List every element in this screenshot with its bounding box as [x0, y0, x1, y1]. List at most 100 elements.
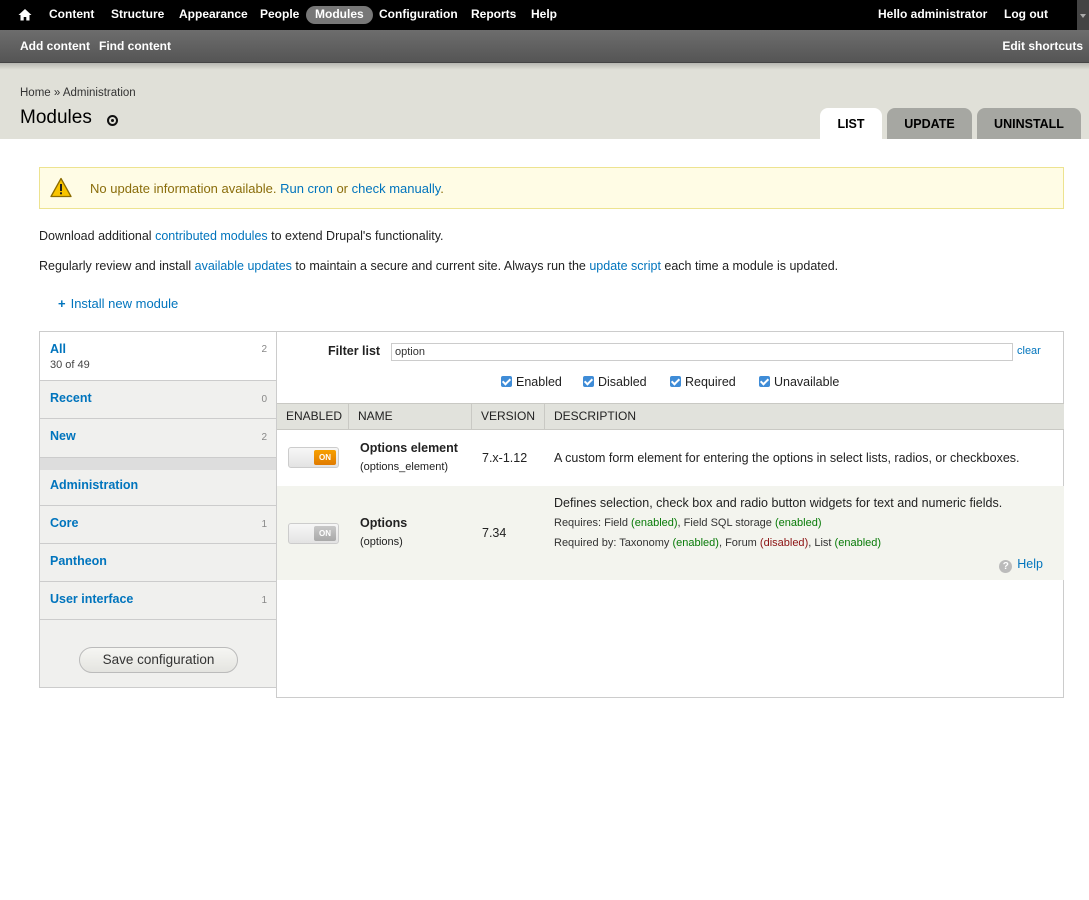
module-machine-name: (options_element) — [360, 461, 449, 473]
module-name: Options — [360, 516, 408, 530]
menu-item-help[interactable]: Help — [531, 0, 557, 30]
check-manually-link[interactable]: check manually — [352, 181, 441, 196]
package-count: 1 — [261, 595, 267, 606]
username-link[interactable]: administrator — [911, 7, 988, 21]
page-title: Modules — [20, 107, 92, 128]
package-tab-all[interactable]: All 2 30 of 49 — [40, 332, 277, 381]
checkbox-label: Unavailable — [774, 375, 840, 389]
shortcut-find-content[interactable]: Find content — [99, 30, 171, 63]
help-label: Help — [1017, 557, 1043, 571]
greeting-prefix: Hello — [878, 7, 911, 21]
dependency-status: (enabled) — [774, 517, 822, 529]
package-count: 1 — [261, 519, 267, 530]
warning-text: No update information available. Run cro… — [90, 181, 444, 196]
menu-item-people[interactable]: People — [260, 0, 299, 30]
checkbox-checked-icon — [583, 376, 594, 387]
checkbox-label: Disabled — [598, 375, 647, 389]
tab-uninstall[interactable]: UNINSTALL — [977, 108, 1081, 139]
filter-input[interactable] — [391, 343, 1013, 361]
dependent-status-text: disabled — [763, 537, 805, 549]
warning-icon — [50, 177, 72, 198]
tab-list[interactable]: LIST — [820, 108, 882, 139]
module-enabled-toggle[interactable]: ON — [288, 447, 339, 468]
checkbox-checked-icon — [759, 376, 770, 387]
intro-line2-post: each time a module is updated. — [664, 259, 839, 273]
menu-item-configuration[interactable]: Configuration — [379, 0, 458, 30]
home-icon[interactable] — [17, 7, 33, 23]
package-tab-pantheon[interactable]: Pantheon — [40, 544, 277, 582]
intro-line1-post: to extend Drupal's functionality. — [271, 229, 444, 243]
available-updates-link[interactable]: available updates — [195, 259, 292, 273]
menu-item-content[interactable]: Content — [49, 0, 94, 30]
filter-label: Filter list — [328, 344, 381, 358]
column-header-name: NAME — [349, 404, 472, 429]
package-tab-recent[interactable]: Recent 0 — [40, 381, 277, 419]
package-tab-label: User interface — [50, 592, 134, 606]
package-count: 2 — [261, 344, 267, 355]
intro-line2-pre: Regularly review and install — [39, 259, 192, 273]
intro-line1-pre: Download additional — [39, 229, 152, 243]
install-new-module-link[interactable]: + Install new module — [58, 296, 178, 311]
package-tab-new[interactable]: New 2 — [40, 419, 277, 458]
package-tab-label: Core — [50, 516, 79, 530]
edit-shortcuts-link[interactable]: Edit shortcuts — [1002, 30, 1083, 63]
module-version: 7.34 — [482, 526, 507, 540]
dependent-name: Forum — [725, 537, 757, 549]
requires-label: Requires: — [554, 517, 602, 529]
table-row: ON Options (options) 7.34 Defines select… — [277, 486, 1064, 580]
tab-update[interactable]: UPDATE — [887, 108, 972, 139]
menu-item-modules[interactable]: Modules — [306, 6, 373, 24]
package-count: 0 — [261, 394, 267, 405]
dependent-status: (enabled) — [672, 537, 719, 549]
package-count: 2 — [261, 432, 267, 443]
module-list-pane: Filter list clear Enabled Disabled Requi… — [276, 331, 1064, 698]
filter-unavailable-checkbox[interactable]: Unavailable — [759, 375, 839, 389]
filter-required-checkbox[interactable]: Required — [670, 375, 736, 389]
filter-enabled-checkbox[interactable]: Enabled — [501, 375, 562, 389]
toggle-state: ON — [314, 450, 336, 465]
checkbox-checked-icon — [501, 376, 512, 387]
module-version: 7.x-1.12 — [482, 451, 528, 465]
module-requires: Requires: Field (enabled), Field SQL sto… — [554, 517, 822, 529]
column-header-description: DESCRIPTION — [554, 409, 637, 423]
shortcuts-drawer-toggle[interactable] — [1077, 0, 1089, 30]
package-tab-user-interface[interactable]: User interface 1 — [40, 582, 277, 620]
filter-disabled-checkbox[interactable]: Disabled — [583, 375, 647, 389]
menu-item-appearance[interactable]: Appearance — [179, 0, 248, 30]
save-configuration-button[interactable]: Save configuration — [79, 647, 238, 673]
checkbox-label: Enabled — [516, 375, 562, 389]
user-greeting: Hello administrator — [878, 0, 987, 30]
package-tab-core[interactable]: Core 1 — [40, 506, 277, 544]
dependency-status: (enabled) — [631, 517, 678, 529]
package-tab-administration[interactable]: Administration — [40, 468, 277, 506]
dependent-status: (enabled) — [834, 537, 882, 549]
intro-line2-mid: to maintain a secure and current site. A… — [295, 259, 586, 273]
dependent-status: (disabled) — [759, 537, 809, 549]
admin-toolbar: Content Structure Appearance People Modu… — [0, 0, 1089, 30]
menu-item-reports[interactable]: Reports — [471, 0, 516, 30]
shortcut-add-content[interactable]: Add content — [20, 30, 90, 63]
chevron-down-icon — [1080, 14, 1086, 18]
checkbox-checked-icon — [670, 376, 681, 387]
update-script-link[interactable]: update script — [589, 259, 661, 273]
clear-filter-link[interactable]: clear — [1017, 345, 1041, 357]
package-tab-label: Administration — [50, 478, 139, 492]
contributed-modules-link[interactable]: contributed modules — [155, 229, 268, 243]
add-shortcut-icon[interactable] — [107, 115, 118, 126]
warning-or: or — [336, 181, 349, 196]
dependent-name: List — [814, 537, 832, 549]
menu-item-structure[interactable]: Structure — [111, 0, 164, 30]
module-description: Defines selection, check box and radio b… — [554, 496, 1003, 510]
run-cron-link[interactable]: Run cron — [280, 181, 333, 196]
toggle-state: ON — [314, 526, 336, 541]
module-required-by: Required by: Taxonomy (enabled), Forum (… — [554, 537, 882, 549]
warning-end: . — [440, 181, 444, 196]
package-tab-label: New — [50, 429, 76, 443]
intro-contributed: Download additional contributed modules … — [39, 229, 444, 243]
breadcrumb[interactable]: Home » Administration — [20, 87, 136, 99]
dependent-status-text: enabled — [676, 537, 716, 549]
column-header-version: VERSION — [472, 404, 545, 429]
warning-message: No update information available. Run cro… — [39, 167, 1064, 209]
module-help-link[interactable]: ? Help — [999, 557, 1043, 573]
logout-link[interactable]: Log out — [1004, 0, 1048, 30]
